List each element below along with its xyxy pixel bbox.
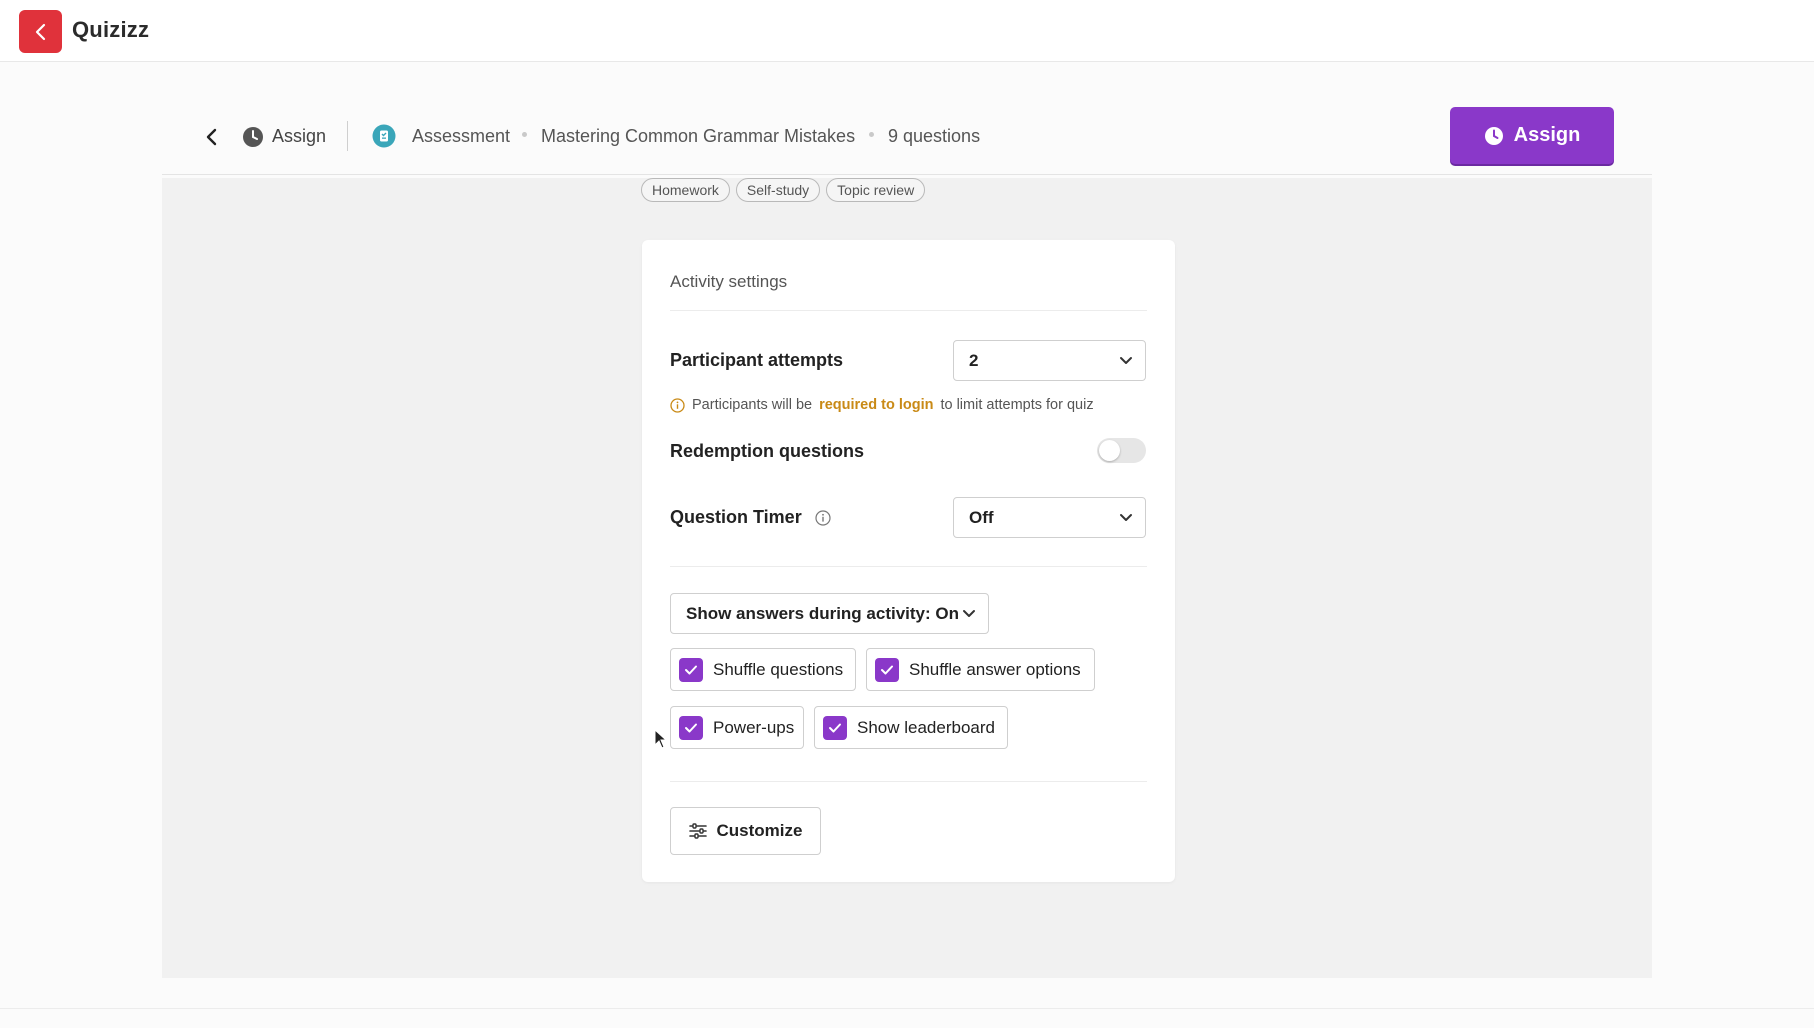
attempts-value: 2 <box>969 350 979 370</box>
clock-icon <box>243 127 263 147</box>
page-bottom-divider <box>0 1008 1814 1009</box>
activity-settings-card: Activity settings Participant attempts 2… <box>642 240 1175 882</box>
chip-self-study[interactable]: Self-study <box>735 178 821 202</box>
mouse-cursor-icon <box>654 729 668 749</box>
timer-value: Off <box>969 507 994 527</box>
redemption-label: Redemption questions <box>670 441 865 461</box>
timer-label: Question Timer <box>670 507 802 527</box>
check-icon <box>829 723 841 732</box>
login-note-highlight: required to login <box>819 397 934 413</box>
redemption-toggle[interactable] <box>1097 438 1146 463</box>
show-answers-label: Show answers during activity: On <box>686 603 959 623</box>
checkbox-label: Power-ups <box>713 717 795 737</box>
login-note-text: Participants will be <box>692 397 813 413</box>
info-icon <box>670 397 685 413</box>
question-count: 9 questions <box>888 126 981 146</box>
assign-header: Assign Assessment Mastering Common Gramm… <box>162 105 1652 175</box>
check-icon <box>685 723 697 732</box>
checkbox-checked <box>875 657 899 682</box>
section-heading: Activity settings <box>670 272 788 291</box>
attempts-label: Participant attempts <box>670 350 844 370</box>
power-ups-checkbox[interactable]: Power-ups <box>670 706 804 749</box>
breadcrumb-assign[interactable]: Assign <box>272 126 326 147</box>
assign-button[interactable]: Assign <box>1450 107 1614 164</box>
header-back-button[interactable] <box>202 125 222 149</box>
divider <box>670 781 1147 782</box>
chevron-down-icon <box>1120 513 1132 521</box>
quiz-title: Mastering Common Grammar Mistakes <box>541 126 856 146</box>
sliders-icon <box>688 823 707 839</box>
timer-label-row: Question Timer <box>670 507 831 528</box>
checkbox-checked <box>823 715 847 740</box>
checkbox-label: Shuffle answer options <box>909 659 1081 679</box>
checkbox-label: Shuffle questions <box>713 659 844 679</box>
shuffle-questions-checkbox[interactable]: Shuffle questions <box>670 648 856 691</box>
show-leaderboard-checkbox[interactable]: Show leaderboard <box>814 706 1008 749</box>
main-content: Homework Self-study Topic review Activit… <box>162 178 1652 978</box>
breadcrumb-type: Assessment <box>412 126 511 146</box>
info-icon[interactable] <box>815 510 831 526</box>
top-app-bar: Quizizz <box>0 0 1814 62</box>
show-answers-dropdown[interactable]: Show answers during activity: On <box>670 593 989 634</box>
toggle-knob <box>1099 440 1120 461</box>
divider <box>670 566 1147 567</box>
check-icon <box>685 665 697 674</box>
checkbox-checked <box>679 715 703 740</box>
breadcrumb-separator <box>869 132 874 137</box>
chevron-left-icon <box>206 128 217 146</box>
app-logo: Quizizz <box>72 17 150 42</box>
chip-homework[interactable]: Homework <box>641 178 730 202</box>
login-note: Participants will be required to login t… <box>670 397 1094 413</box>
breadcrumb-separator <box>522 132 527 137</box>
attempts-select[interactable]: 2 <box>953 340 1146 381</box>
chevron-down-icon <box>1120 356 1132 364</box>
customize-label: Customize <box>716 821 803 840</box>
timer-select[interactable]: Off <box>953 497 1146 538</box>
customize-button[interactable]: Customize <box>670 807 821 855</box>
chevron-down-icon <box>963 609 975 617</box>
clock-icon <box>1484 126 1503 145</box>
login-note-suffix: to limit attempts for quiz <box>940 397 1094 413</box>
breadcrumb-divider <box>347 121 348 151</box>
assign-button-label: Assign <box>1513 124 1581 146</box>
check-icon <box>881 665 893 674</box>
checkbox-checked <box>679 657 703 682</box>
checkbox-label: Show leaderboard <box>857 717 995 737</box>
tag-chips: Homework Self-study Topic review <box>641 178 926 202</box>
chevron-left-icon <box>35 23 45 40</box>
divider <box>670 310 1147 311</box>
assessment-icon <box>372 124 396 148</box>
app-back-button[interactable] <box>19 10 62 53</box>
chip-topic-review[interactable]: Topic review <box>826 178 926 202</box>
shuffle-answers-checkbox[interactable]: Shuffle answer options <box>866 648 1095 691</box>
